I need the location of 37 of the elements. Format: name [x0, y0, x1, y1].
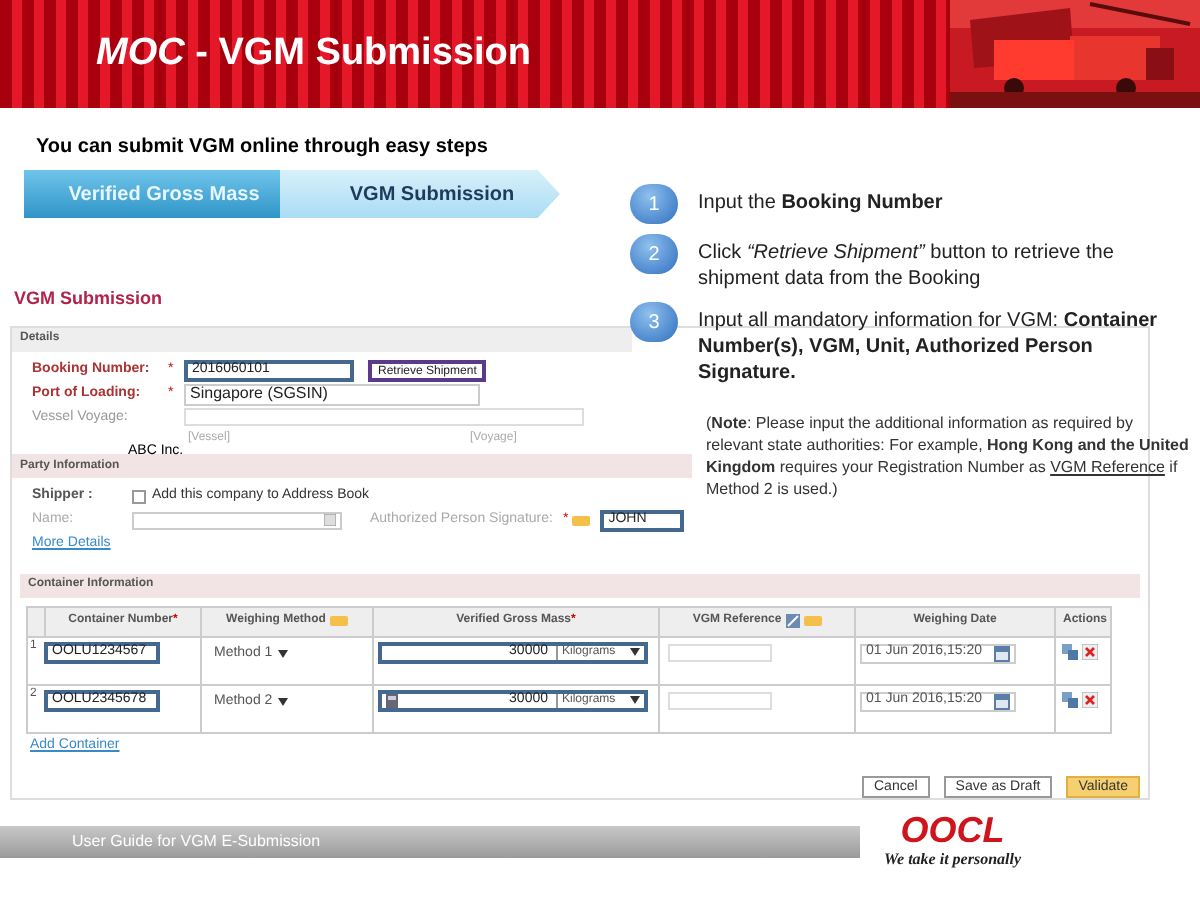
- process-step: VGM Submission: [280, 170, 560, 218]
- calendar-icon[interactable]: [994, 693, 1010, 709]
- vgm-reference-field[interactable]: [668, 643, 772, 661]
- step-number-badge: 3: [630, 302, 678, 342]
- vgm-reference-field[interactable]: [668, 691, 772, 709]
- calendar-icon[interactable]: [994, 645, 1010, 661]
- step-number-badge: 2: [630, 234, 678, 274]
- note-text: (Note: Please input the additional information as required by relevant state authorities: For example, Hong Kong and the United Kingdom requires your Registration Number as VGM Reference if Method 2 is used.): [706, 412, 1191, 500]
- step-text: Click “Retrieve Shipment” button to retrieve the shipment data from the Booking: [698, 240, 1116, 292]
- calculator-icon[interactable]: [386, 693, 398, 707]
- vgm-reference-link[interactable]: VGM Reference: [1050, 458, 1165, 476]
- copy-icon[interactable]: [1062, 691, 1078, 707]
- caret-icon: [278, 697, 289, 706]
- step-number-badge: 1: [630, 184, 678, 224]
- tip-icon[interactable]: [803, 614, 822, 628]
- form-title: VGM Submission: [14, 288, 163, 308]
- port-field[interactable]: Singapore (SGSIN): [184, 383, 480, 405]
- slide-title: MOC - VGM Submission: [96, 29, 531, 78]
- footer-text: User Guide for VGM E-Submission: [72, 830, 321, 854]
- delete-icon[interactable]: [1082, 691, 1098, 707]
- edit-icon[interactable]: [785, 614, 800, 628]
- intro-text: You can submit VGM online through easy steps: [36, 136, 488, 158]
- logo: OOCL: [900, 812, 1005, 848]
- caret-icon: [630, 696, 640, 704]
- caret-icon: [630, 648, 640, 656]
- step-text: Input all mandatory information for VGM: Container Number(s), VGM, Unit, Authorized Person Signature.: [698, 308, 1160, 386]
- delete-icon[interactable]: [1082, 643, 1098, 659]
- checkbox[interactable]: [132, 489, 146, 504]
- lookup-icon[interactable]: [324, 514, 336, 526]
- vessel-voyage-field[interactable]: [184, 408, 584, 427]
- step-text: Input the Booking Number: [698, 190, 943, 216]
- caret-icon: [278, 649, 289, 658]
- name-field[interactable]: [132, 511, 342, 529]
- tip-icon[interactable]: [329, 614, 348, 628]
- tip-icon[interactable]: [572, 513, 591, 527]
- logo-tagline: We take it personally: [884, 848, 1022, 872]
- copy-icon[interactable]: [1062, 643, 1078, 659]
